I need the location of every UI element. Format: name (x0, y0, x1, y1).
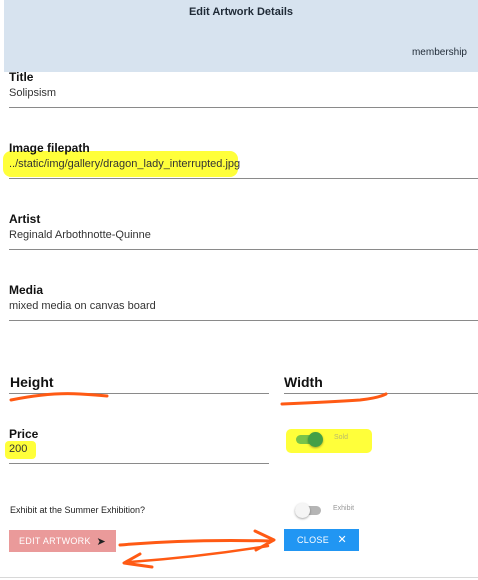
close-button[interactable]: CLOSE ✕ (284, 529, 359, 551)
artist-label: Artist (9, 212, 41, 226)
exhibit-toggle[interactable]: Exhibit (295, 503, 365, 519)
width-underline-scribble (280, 392, 388, 406)
title-label: Title (9, 70, 34, 84)
width-label: Width (284, 374, 323, 390)
sold-toggle-knob (308, 432, 323, 447)
edit-artwork-label: EDIT ARTWORK (19, 536, 91, 546)
image-filepath-field[interactable]: Image filepath ../static/img/gallery/dra… (9, 141, 478, 179)
media-underline (9, 320, 478, 321)
media-input[interactable]: mixed media on canvas board (9, 300, 478, 312)
double-arrow-scribble-lower (128, 544, 270, 564)
membership-link[interactable]: membership (412, 47, 467, 58)
media-label: Media (9, 283, 44, 297)
image-filepath-input[interactable]: ../static/img/gallery/dragon_lady_interr… (9, 158, 478, 170)
sold-toggle[interactable]: Sold (296, 432, 366, 448)
media-field[interactable]: Media mixed media on canvas board (9, 283, 478, 321)
sold-toggle-label: Sold (334, 434, 349, 441)
title-field[interactable]: Title Solipsism (9, 70, 478, 108)
close-icon: ✕ (337, 534, 347, 546)
exhibit-toggle-knob (295, 503, 310, 518)
dialog-title: Edit Artwork Details (188, 6, 294, 18)
title-input[interactable]: Solipsism (9, 87, 478, 99)
title-underline (9, 107, 478, 108)
close-label: CLOSE (297, 535, 330, 545)
price-field[interactable]: Price 200 (9, 427, 269, 465)
dialog-bottom-divider (0, 577, 478, 578)
dialog-header: Edit Artwork Details membership (4, 0, 478, 72)
height-label: Height (10, 374, 54, 390)
height-underline-scribble (9, 392, 109, 402)
image-filepath-label: Image filepath (9, 141, 90, 155)
exhibit-question: Exhibit at the Summer Exhibition? (10, 505, 146, 515)
double-arrow-scribble (118, 529, 276, 569)
width-input-underline[interactable] (284, 393, 478, 394)
artist-input[interactable]: Reginald Arbothnotte-Quinne (9, 229, 478, 241)
artist-field[interactable]: Artist Reginald Arbothnotte-Quinne (9, 212, 478, 250)
artist-underline (9, 249, 478, 250)
height-input-underline[interactable] (9, 393, 269, 394)
exhibit-toggle-label: Exhibit (333, 505, 355, 512)
price-underline (9, 463, 269, 464)
price-input[interactable]: 200 (9, 443, 269, 455)
send-arrow-icon: ➤ (96, 536, 106, 548)
price-label: Price (9, 427, 39, 441)
image-filepath-underline (9, 178, 478, 179)
edit-artwork-button[interactable]: EDIT ARTWORK ➤ (9, 530, 116, 552)
